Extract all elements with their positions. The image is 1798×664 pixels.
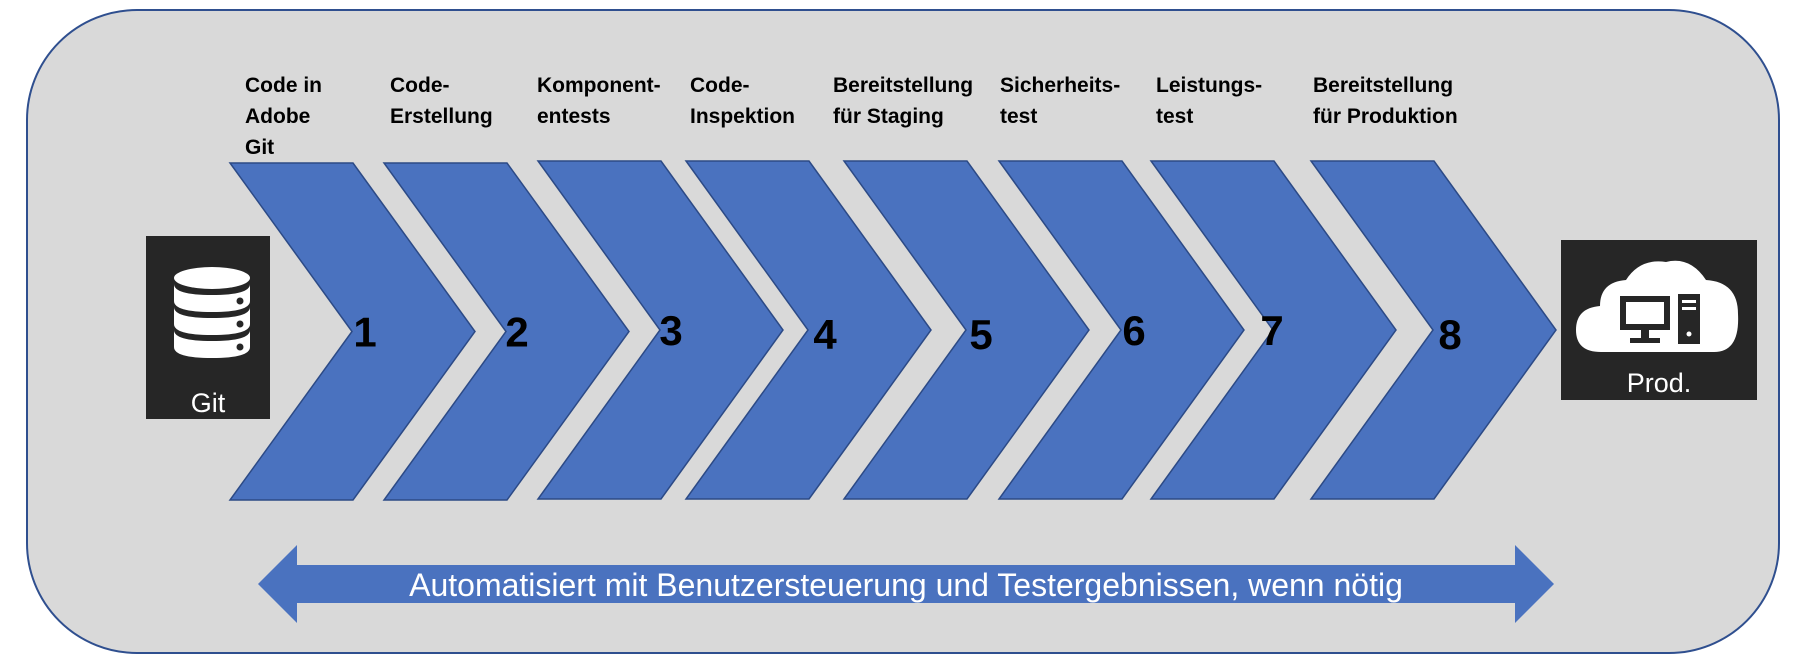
pipeline-diagram: 12345678 Code in Adobe GitCode-ErstellungK…	[26, 9, 1780, 654]
step-number-5: 5	[969, 311, 992, 358]
step-number-7: 7	[1260, 307, 1283, 354]
step-number-4: 4	[813, 311, 837, 358]
pipeline-chevrons: 1 2 3 4 5 6 7 8	[228, 160, 1557, 501]
step-number-8: 8	[1438, 311, 1461, 358]
git-source-tile: Git	[146, 236, 270, 419]
git-label: Git	[191, 388, 226, 418]
step-number-3: 3	[659, 307, 682, 354]
banner-text: Automatisiert mit Benutzersteuerung und …	[409, 567, 1403, 603]
prod-destination-tile: Prod.	[1561, 240, 1757, 400]
prod-label: Prod.	[1627, 368, 1692, 398]
step-number-6: 6	[1122, 307, 1145, 354]
step-number-2: 2	[505, 309, 528, 356]
step-number-1: 1	[353, 309, 376, 356]
